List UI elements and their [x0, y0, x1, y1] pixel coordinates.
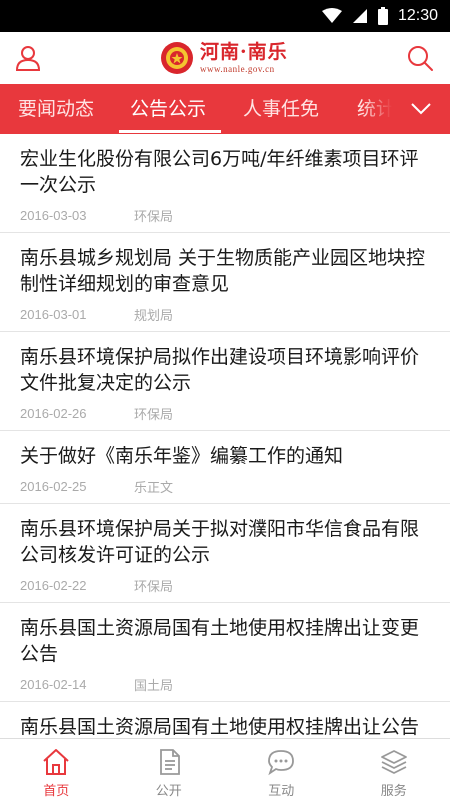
list-item[interactable]: 南乐县城乡规划局 关于生物质能产业园区地块控制性详细规划的审查意见 2016-0… [0, 233, 450, 332]
nav-label: 公开 [155, 784, 182, 799]
article-source: 国土局 [134, 677, 174, 693]
tab-announcements[interactable]: 公告公示 [130, 84, 206, 134]
logo-url: www.nanle.gov.cn [200, 63, 275, 74]
tab-scroll[interactable]: 要闻动态 公告公示 人事任免 统计 [0, 84, 392, 134]
article-title: 南乐县环境保护局拟作出建设项目环境影响评价文件批复决定的公示 [20, 346, 420, 394]
search-icon[interactable] [406, 44, 434, 72]
nav-label: 互动 [268, 784, 295, 799]
signal-icon [352, 9, 367, 23]
list-item[interactable]: 南乐县环境保护局关于拟对濮阳市华信食品有限公司核发许可证的公示 2016-02-… [0, 504, 450, 603]
tab-news[interactable]: 要闻动态 [18, 84, 94, 134]
list-item[interactable]: 南乐县国土资源局国有土地使用权挂牌出让变更公告 2016-02-14 国土局 [0, 603, 450, 702]
nav-label: 首页 [43, 784, 70, 799]
user-icon[interactable] [14, 44, 42, 72]
emblem-icon [161, 42, 193, 74]
article-date: 2016-02-25 [20, 478, 87, 494]
nav-public[interactable]: 公开 [113, 739, 226, 800]
article-source: 环保局 [134, 406, 174, 422]
article-list: 宏业生化股份有限公司6万吨/年纤维素项目环评一次公示 2016-03-03 环保… [0, 134, 450, 738]
tab-personnel[interactable]: 人事任免 [243, 84, 319, 134]
tab-more-button[interactable] [392, 84, 450, 134]
article-title: 宏业生化股份有限公司6万吨/年纤维素项目环评一次公示 [20, 148, 419, 196]
status-time: 12:30 [397, 7, 438, 24]
category-tabs: 要闻动态 公告公示 人事任免 统计 [0, 84, 450, 134]
chat-icon [268, 750, 295, 776]
logo-title: 河南·南乐 [200, 40, 288, 63]
article-date: 2016-02-26 [20, 405, 87, 421]
battery-icon [377, 7, 388, 25]
article-date: 2016-03-03 [20, 207, 87, 223]
article-source: 乐正文 [134, 479, 174, 495]
list-item[interactable]: 南乐县国土资源局国有土地使用权挂牌出让公告 [0, 702, 450, 738]
article-date: 2016-02-22 [20, 577, 87, 593]
nav-interact[interactable]: 互动 [225, 739, 338, 800]
list-item[interactable]: 宏业生化股份有限公司6万吨/年纤维素项目环评一次公示 2016-03-03 环保… [0, 134, 450, 233]
site-logo: 河南·南乐 www.nanle.gov.cn [160, 36, 288, 80]
layers-icon [380, 750, 407, 774]
chevron-down-icon [411, 103, 431, 115]
article-title: 南乐县环境保护局关于拟对濮阳市华信食品有限公司核发许可证的公示 [20, 518, 420, 566]
nav-service[interactable]: 服务 [338, 739, 450, 800]
document-icon [159, 749, 180, 775]
article-source: 规划局 [134, 307, 174, 323]
nav-label: 服务 [380, 784, 407, 799]
article-title: 南乐县城乡规划局 关于生物质能产业园区地块控制性详细规划的审查意见 [20, 247, 426, 295]
article-source: 环保局 [134, 578, 174, 594]
nav-home[interactable]: 首页 [0, 739, 113, 800]
active-tab-indicator [119, 130, 221, 133]
list-item[interactable]: 关于做好《南乐年鉴》编纂工作的通知 2016-02-25 乐正文 [0, 431, 450, 504]
wifi-icon [321, 8, 342, 23]
bottom-nav: 首页 公开 互动 服务 [0, 738, 450, 800]
article-title: 南乐县国土资源局国有土地使用权挂牌出让变更公告 [20, 617, 420, 665]
article-title: 南乐县国土资源局国有土地使用权挂牌出让公告 [20, 716, 420, 738]
tab-fade [362, 84, 392, 134]
status-bar: 12:30 [0, 0, 450, 32]
article-date: 2016-03-01 [20, 306, 87, 322]
article-title: 关于做好《南乐年鉴》编纂工作的通知 [20, 445, 344, 467]
app-header: 河南·南乐 www.nanle.gov.cn [0, 32, 450, 84]
home-icon [43, 749, 69, 775]
list-item[interactable]: 南乐县环境保护局拟作出建设项目环境影响评价文件批复决定的公示 2016-02-2… [0, 332, 450, 431]
article-date: 2016-02-14 [20, 676, 87, 692]
article-source: 环保局 [134, 208, 174, 224]
